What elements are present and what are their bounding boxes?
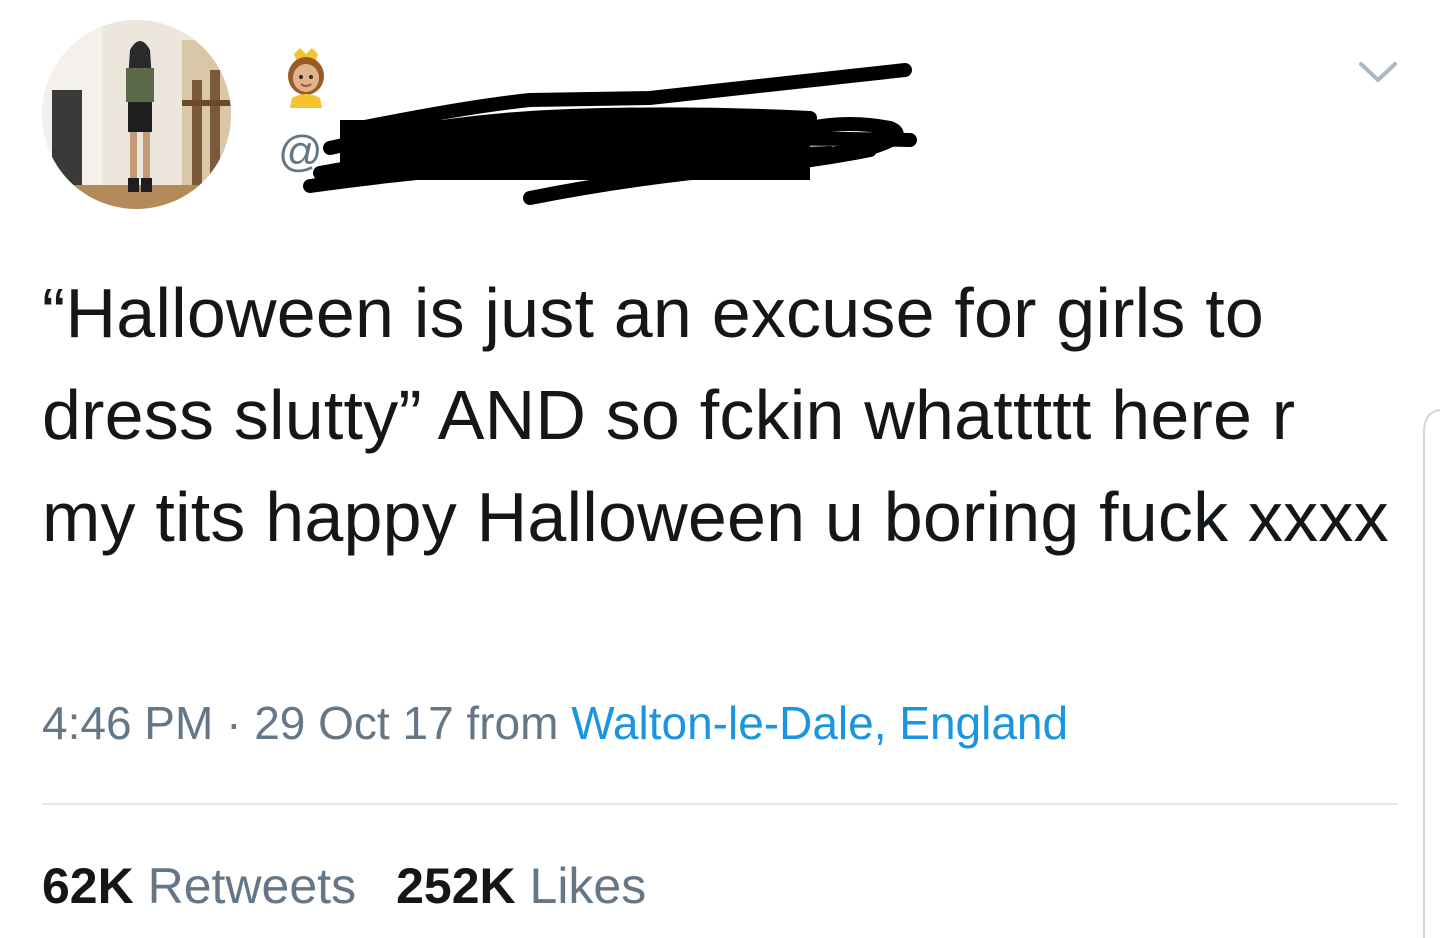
tweet-time[interactable]: 4:46 PM [42,697,213,749]
redaction-scribble [303,63,917,205]
handle-prefix: @ [278,127,323,176]
chevron-down-icon[interactable] [1355,56,1401,86]
princess-emoji-icon [278,46,334,108]
meta-separator: · [213,697,255,749]
from-label: from [453,697,572,749]
retweet-count: 62K [42,858,134,914]
retweet-label: Retweets [147,858,357,914]
user-handle[interactable]: @ [278,130,323,174]
like-count: 252K [396,858,516,914]
tweet-date[interactable]: 29 Oct 17 [254,697,453,749]
avatar[interactable] [42,20,231,209]
tweet: @ “Halloween is just an excuse for girls… [0,0,1440,938]
like-label: Likes [529,858,647,914]
likes-stat[interactable]: 252K Likes [396,858,646,914]
divider [42,803,1398,805]
tweet-location-link[interactable]: Walton-le-Dale, England [571,697,1068,749]
tweet-meta: 4:46 PM · 29 Oct 17 from Walton-le-Dale,… [42,696,1068,751]
tweet-stats: 62K Retweets 252K Likes [42,856,646,916]
card-edge [1423,409,1440,938]
retweets-stat[interactable]: 62K Retweets [42,858,356,914]
tweet-text: “Halloween is just an excuse for girls t… [42,274,1389,556]
avatar-photo [42,20,231,209]
